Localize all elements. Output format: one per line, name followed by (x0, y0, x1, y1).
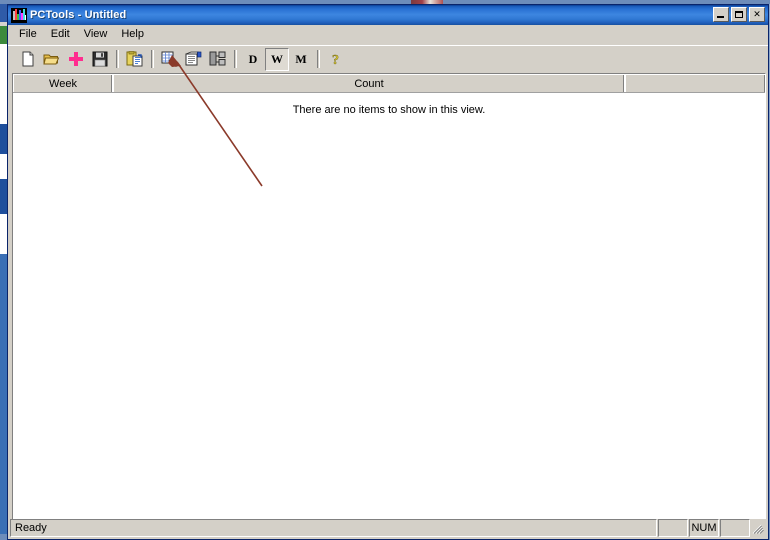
save-file-button[interactable] (88, 48, 112, 71)
column-header-week[interactable]: Week (13, 74, 113, 92)
toolbar-separator (116, 50, 119, 68)
close-icon: ✕ (753, 9, 761, 19)
list-view-body: There are no items to show in this view. (13, 93, 765, 519)
column-header-filler (625, 74, 765, 92)
clipboard-copy-icon (126, 51, 143, 67)
new-document-icon (22, 51, 34, 67)
properties-button[interactable] (182, 48, 206, 71)
view-week-button[interactable]: W (265, 47, 289, 71)
export-button[interactable] (206, 48, 230, 71)
grid-report-icon (161, 51, 177, 67)
export-arrow-icon (209, 51, 226, 66)
status-pane-num: NUM (689, 519, 719, 537)
copy-report-button[interactable] (123, 48, 147, 71)
status-bar: Ready NUM (10, 519, 766, 537)
view-month-button[interactable]: M (289, 48, 313, 71)
window-title: PCTools - Untitled (30, 9, 127, 21)
open-file-button[interactable] (40, 48, 64, 71)
menu-item-help[interactable]: Help (114, 26, 151, 43)
application-window: PCTools - Untitled ✕ File Edit View Help (7, 4, 769, 540)
list-view[interactable]: Week Count There are no items to show in… (12, 73, 766, 520)
toolbar-separator (151, 50, 154, 68)
view-month-label: M (295, 51, 307, 66)
view-week-label: W (271, 51, 283, 66)
open-folder-icon (43, 54, 60, 65)
help-button[interactable]: ? (324, 48, 348, 71)
floppy-disk-icon (92, 51, 108, 67)
menu-bar: File Edit View Help (8, 25, 768, 45)
plus-cross-icon (69, 52, 83, 66)
add-entry-button[interactable] (64, 48, 88, 71)
window-controls: ✕ (713, 7, 765, 22)
view-day-label: D (248, 51, 258, 66)
new-file-button[interactable] (16, 48, 40, 71)
minimize-button[interactable] (713, 7, 729, 22)
toolbar-separator (317, 50, 320, 68)
view-day-button[interactable]: D (241, 48, 265, 71)
pctools-bars-icon (11, 7, 27, 23)
status-message: Ready (10, 519, 657, 537)
status-pane-3 (720, 519, 750, 537)
screen: PCTools - Untitled ✕ File Edit View Help (0, 0, 770, 540)
report-list-button[interactable] (158, 48, 182, 71)
toolbar-container: D W M ? (8, 45, 768, 73)
properties-note-icon (185, 51, 202, 66)
status-pane-1 (658, 519, 688, 537)
svg-text:?: ? (332, 53, 339, 67)
resize-grip[interactable] (750, 519, 766, 537)
empty-view-message: There are no items to show in this view. (292, 104, 486, 116)
close-button[interactable]: ✕ (749, 7, 765, 22)
toolbar-separator (234, 50, 237, 68)
list-view-header: Week Count (13, 74, 765, 93)
title-bar[interactable]: PCTools - Untitled ✕ (8, 5, 768, 25)
menu-item-edit[interactable]: Edit (44, 26, 77, 43)
question-mark-icon: ? (332, 53, 339, 67)
menu-item-file[interactable]: File (12, 26, 44, 43)
menu-item-view[interactable]: View (77, 26, 115, 43)
column-header-count[interactable]: Count (113, 74, 625, 92)
toolbar: D W M ? (8, 47, 768, 71)
maximize-button[interactable] (731, 7, 747, 22)
